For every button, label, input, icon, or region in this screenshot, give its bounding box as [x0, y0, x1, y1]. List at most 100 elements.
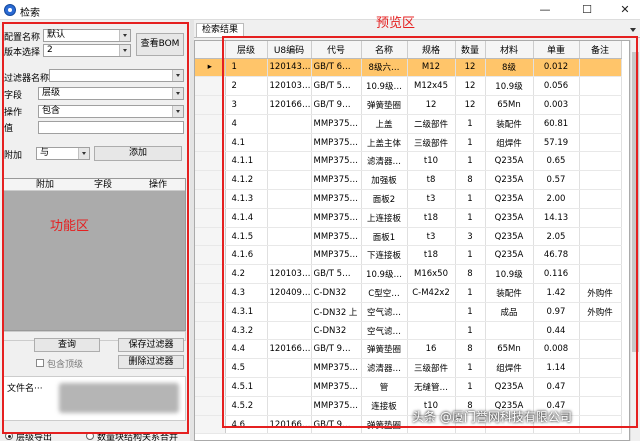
table-cell[interactable]: MMP375…	[311, 189, 362, 209]
table-cell[interactable]: 4.1.1	[225, 151, 268, 172]
table-cell[interactable]: 成品	[485, 302, 534, 322]
table-cell[interactable]: t3	[407, 227, 456, 247]
table-cell[interactable]	[579, 321, 622, 341]
row-header[interactable]	[195, 302, 226, 322]
table-row[interactable]: 4.2 120103… GB/T 5… 10.9级… M16x50 8 10.9级 0.116	[195, 264, 622, 285]
table-cell[interactable]: GB/T 6…	[311, 58, 362, 78]
minimize-button[interactable]: —	[532, 2, 558, 18]
table-row[interactable]: 4.3 120409… C-DN32 C型空… C-M42x2 1 装配件 1.42 外购件	[195, 283, 622, 303]
table-cell[interactable]: 8级六…	[361, 58, 408, 78]
close-button[interactable]: ✕	[612, 2, 638, 18]
table-cell[interactable]: 0.003	[533, 95, 580, 115]
table-cell[interactable]: 1	[455, 245, 486, 266]
table-cell[interactable]	[267, 358, 312, 379]
table-cell[interactable]: MMP375…	[311, 396, 362, 416]
table-cell[interactable]	[267, 170, 312, 191]
table-cell[interactable]: 1	[455, 302, 486, 322]
table-cell[interactable]: 4	[225, 114, 268, 134]
table-cell[interactable]: 弹簧垫圈	[361, 415, 408, 435]
table-cell[interactable]: 4.1.3	[225, 189, 268, 209]
table-cell[interactable]: 1	[455, 151, 486, 172]
table-cell[interactable]: 0.008	[533, 339, 580, 360]
row-header[interactable]	[195, 151, 226, 172]
table-cell[interactable]: 装配件	[485, 283, 534, 303]
row-header[interactable]	[195, 114, 226, 134]
row-header[interactable]	[195, 264, 226, 285]
column-header[interactable]: 层级	[225, 41, 268, 59]
version-select[interactable]: 2	[43, 44, 131, 57]
table-cell[interactable]: 下连接板	[361, 245, 408, 266]
table-cell[interactable]: 2	[225, 76, 268, 97]
chevron-down-icon[interactable]	[119, 30, 130, 41]
table-cell[interactable]	[267, 321, 312, 341]
row-header[interactable]	[195, 358, 226, 379]
table-cell[interactable]: MMP375…	[311, 227, 362, 247]
table-cell[interactable]: 4.1.2	[225, 170, 268, 191]
table-cell[interactable]: 1	[455, 208, 486, 228]
append-select[interactable]: 与	[36, 147, 90, 160]
table-cell[interactable]	[579, 133, 622, 153]
table-cell[interactable]: 1	[455, 114, 486, 134]
table-cell[interactable]: 面板2	[361, 189, 408, 209]
view-bom-button[interactable]: 查看BOM	[136, 33, 184, 56]
table-cell[interactable]: Q235A	[485, 377, 534, 397]
table-cell[interactable]: 4.3.2	[225, 321, 268, 341]
add-button[interactable]: 添加	[94, 146, 182, 161]
table-cell[interactable]: 三级部件	[407, 358, 456, 379]
table-cell[interactable]	[579, 95, 622, 115]
table-cell[interactable]: 0.65	[533, 151, 580, 172]
table-row[interactable]: 4.1.1 MMP375… 滤清器… t10 1 Q235A 0.65	[195, 151, 622, 172]
table-cell[interactable]: 外购件	[579, 283, 622, 303]
column-header[interactable]: U8编码	[267, 41, 312, 59]
table-cell[interactable]: 4.4	[225, 339, 268, 360]
table-cell[interactable]: t18	[407, 245, 456, 266]
table-cell[interactable]: 0.47	[533, 377, 580, 397]
row-header[interactable]	[195, 76, 226, 97]
row-header[interactable]	[195, 95, 226, 115]
filter-grid[interactable]: 附加 字段 操作	[3, 178, 186, 331]
results-vertical-scrollbar[interactable]	[630, 40, 640, 441]
table-cell[interactable]: 10.9级…	[361, 76, 408, 97]
table-row[interactable]: 4.1.3 MMP375… 面板2 t3 1 Q235A 2.00	[195, 189, 622, 209]
results-grid[interactable]: 层级 U8编码 代号 名称 规格 数量 材料 单重 备注 ▸ 1 120143… GB…	[194, 40, 630, 441]
table-cell[interactable]: C-DN32	[311, 321, 362, 341]
table-cell[interactable]: 12	[455, 76, 486, 97]
table-cell[interactable]: 4.1.5	[225, 227, 268, 247]
table-cell[interactable]: 12	[455, 58, 486, 78]
delete-filter-button[interactable]: 删除过滤器	[118, 355, 184, 369]
table-cell[interactable]: 空气滤…	[361, 302, 408, 322]
table-cell[interactable]: 57.19	[533, 133, 580, 153]
table-cell[interactable]: 16	[407, 339, 456, 360]
row-selector-arrow-icon[interactable]: ▸	[195, 58, 226, 78]
table-cell[interactable]: 120143…	[267, 58, 312, 78]
table-cell[interactable]	[407, 321, 456, 341]
table-cell[interactable]: 滤清器…	[361, 151, 408, 172]
table-cell[interactable]: 上盖主体	[361, 133, 408, 153]
table-row[interactable]: 4.5 MMP375… 滤清器… 三级部件 1 组焊件 1.14	[195, 358, 622, 379]
column-header[interactable]: 名称	[361, 41, 408, 59]
filter-name-select[interactable]	[49, 69, 184, 82]
table-cell[interactable]	[267, 227, 312, 247]
table-cell[interactable]: 65Mn	[485, 339, 534, 360]
table-cell[interactable]: 120166…	[267, 415, 312, 435]
table-cell[interactable]: MMP375…	[311, 208, 362, 228]
table-row[interactable]: 2 120103… GB/T 5… 10.9级… M12x45 12 10.9级 0.056	[195, 76, 622, 97]
table-cell[interactable]: MMP375…	[311, 114, 362, 134]
table-cell[interactable]: 4.3.1	[225, 302, 268, 322]
table-cell[interactable]: 0.116	[533, 264, 580, 285]
table-cell[interactable]: 2.05	[533, 227, 580, 247]
chevron-down-icon[interactable]	[172, 88, 183, 99]
table-cell[interactable]	[579, 358, 622, 379]
table-cell[interactable]: C型空…	[361, 283, 408, 303]
chevron-down-icon[interactable]	[172, 70, 183, 81]
export-by-level-radio[interactable]	[5, 432, 13, 440]
table-cell[interactable]: 65Mn	[485, 95, 534, 115]
table-cell[interactable]: M12x45	[407, 76, 456, 97]
config-name-select[interactable]: 默认	[43, 29, 131, 42]
table-cell[interactable]: 二级部件	[407, 114, 456, 134]
table-cell[interactable]: 10.9级	[485, 264, 534, 285]
table-cell[interactable]: 0.056	[533, 76, 580, 97]
table-cell[interactable]: Q235A	[485, 189, 534, 209]
table-cell[interactable]: 3	[225, 95, 268, 115]
table-cell[interactable]: 8	[455, 339, 486, 360]
